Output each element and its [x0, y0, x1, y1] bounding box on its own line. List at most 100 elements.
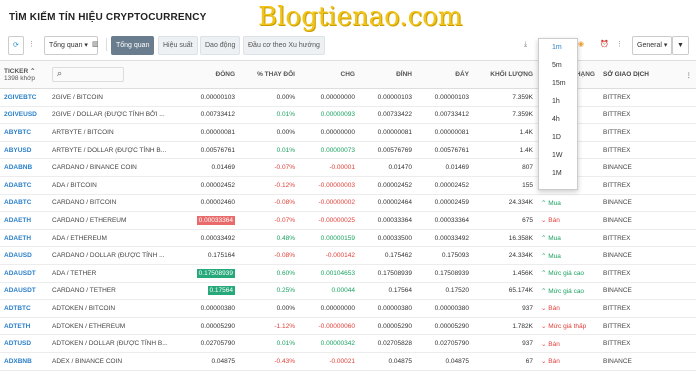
- ticker-match-count: 1398 khớp: [4, 75, 36, 82]
- description-cell: CARDANO / TETHER: [48, 282, 183, 301]
- tab-oscillators[interactable]: Dao động: [200, 36, 241, 55]
- description-cell: ADA / TETHER: [48, 264, 183, 283]
- alert-icon[interactable]: ◉: [578, 36, 584, 53]
- table-row[interactable]: ADAETH CARDANO / ETHEREUM 0.00033364 -0.07%…: [0, 211, 696, 230]
- page-title: TÌM KIẾM TÍN HIỆU CRYPTOCURRENCY: [9, 12, 207, 23]
- table-row[interactable]: ADABNB CARDANO / BINANCE COIN 0.01469 -0.07…: [0, 158, 696, 177]
- interval-option[interactable]: 1D: [539, 129, 577, 147]
- tab-performance[interactable]: Hiệu suất: [158, 36, 198, 55]
- ticker-cell[interactable]: ADTUSD: [0, 334, 48, 353]
- interval-option[interactable]: 15m: [539, 75, 577, 93]
- ticker-cell[interactable]: 2GIVEBTC: [0, 88, 48, 107]
- alarm-clock-icon[interactable]: ⏰: [600, 36, 609, 53]
- table-row[interactable]: ADAUSDT ADA / TETHER 0.17508939 0.60% 0.0010…: [0, 264, 696, 283]
- high-cell: 0.175462: [359, 246, 416, 265]
- change-cell: 0.00000093: [299, 106, 359, 125]
- close-value: 0.00000380: [200, 304, 235, 312]
- arrow-up-icon: ⌃: [541, 270, 547, 278]
- volume-cell: 16.358K: [473, 229, 537, 248]
- arrow-up-icon: ⌃: [541, 235, 547, 243]
- column-header-exchange[interactable]: SỞ GIAO DỊCH ⋮: [599, 60, 696, 89]
- description-cell: ADTOKEN / DOLLAR (ĐƯỢC TÍNH B...: [48, 334, 183, 353]
- description-cell: ADA / ETHEREUM: [48, 229, 183, 248]
- table-row[interactable]: ADAETH ADA / ETHEREUM 0.00033492 0.48% 0.000…: [0, 229, 696, 248]
- interval-option[interactable]: 1M: [539, 165, 577, 183]
- table-row[interactable]: ADABTC CARDANO / BITCOIN 0.00002460 -0.08% -…: [0, 194, 696, 213]
- change-percent-cell: -0.08%: [239, 194, 299, 213]
- ticker-cell[interactable]: ABYBTC: [0, 123, 48, 142]
- interval-option[interactable]: 1m: [539, 39, 577, 57]
- change-cell: -0.00021: [299, 352, 359, 371]
- volume-cell: 1.4K: [473, 141, 537, 160]
- close-value: 0.00002452: [200, 181, 235, 189]
- filter-icon[interactable]: ▼: [672, 36, 689, 55]
- ticker-cell[interactable]: ADAUSD: [0, 246, 48, 265]
- column-header-ticker[interactable]: TICKER ⌃ 1398 khớp: [0, 60, 48, 89]
- table-row[interactable]: ADAUSD CARDANO / DOLLAR (ĐƯỢC TÍNH ... 0.1…: [0, 246, 696, 265]
- interval-option[interactable]: 4h: [539, 111, 577, 129]
- ticker-cell[interactable]: ADXBNB: [0, 352, 48, 371]
- interval-select[interactable]: General ▾: [632, 36, 673, 55]
- table-row[interactable]: ADAUSDT CARDANO / TETHER 0.17564 0.25% 0.000…: [0, 282, 696, 301]
- more-vertical-icon-2[interactable]: ⋮: [616, 36, 623, 53]
- rating-cell: ⌄ Bán: [537, 211, 599, 230]
- close-cell: 0.00576761: [183, 141, 239, 160]
- tab-trend-following[interactable]: Đầu cơ theo Xu hướng: [243, 36, 325, 55]
- columns-icon[interactable]: ▥: [92, 36, 99, 53]
- high-cell: 0.00002464: [359, 194, 416, 213]
- column-header-close[interactable]: ĐÓNG: [183, 60, 239, 89]
- search-icon: ⌕: [57, 68, 63, 78]
- ticker-cell[interactable]: ADAUSDT: [0, 264, 48, 283]
- low-cell: 0.17508939: [416, 264, 473, 283]
- table-row[interactable]: ADXBNB ADEX / BINANCE COIN 0.04875 -0.43% -0…: [0, 352, 696, 371]
- close-value: 0.00033364: [196, 215, 235, 225]
- table-row[interactable]: ADTUSD ADTOKEN / DOLLAR (ĐƯỢC TÍNH B... 0.…: [0, 334, 696, 353]
- close-value: 0.01469: [211, 164, 236, 172]
- ticker-cell[interactable]: ADTETH: [0, 317, 48, 336]
- table-row[interactable]: ADTETH ADTOKEN / ETHEREUM 0.00005290 -1.12%…: [0, 317, 696, 336]
- table-row[interactable]: ADABTC ADA / BITCOIN 0.00002452 -0.12% -0.00…: [0, 176, 696, 195]
- download-icon[interactable]: ⤓: [524, 36, 527, 53]
- ticker-cell[interactable]: ADABTC: [0, 194, 48, 213]
- column-header-volume[interactable]: KHỐI LƯỢNG: [473, 60, 537, 89]
- table-row[interactable]: ABYUSD ARTBYTE / DOLLAR (ĐƯỢC TÍNH B... 0.…: [0, 141, 696, 160]
- rating-cell: ⌃ Mua: [537, 246, 599, 265]
- close-value: 0.00002460: [200, 199, 235, 207]
- ticker-cell[interactable]: ADABTC: [0, 176, 48, 195]
- table-row[interactable]: 2GIVEBTC 2GIVE / BITCOIN 0.00000103 0.00% 0.…: [0, 88, 696, 107]
- more-vertical-icon[interactable]: ⋮: [28, 36, 35, 53]
- close-cell: 0.01469: [183, 158, 239, 177]
- interval-option[interactable]: 5m: [539, 57, 577, 75]
- ticker-cell[interactable]: ADTBTC: [0, 299, 48, 318]
- ticker-cell[interactable]: ADABNB: [0, 158, 48, 177]
- volume-cell: 7.359K: [473, 88, 537, 107]
- more-vertical-icon-3[interactable]: ⋮: [686, 71, 693, 79]
- column-header-high[interactable]: ĐỈNH: [359, 60, 416, 89]
- ticker-cell[interactable]: ADAUSDT: [0, 282, 48, 301]
- high-cell: 0.02705828: [359, 334, 416, 353]
- table-row[interactable]: ABYBTC ARTBYTE / BITCOIN 0.00000081 0.00% 0.…: [0, 123, 696, 142]
- close-value: 0.17564: [207, 286, 235, 296]
- ticker-cell[interactable]: ABYUSD: [0, 141, 48, 160]
- change-percent-cell: 0.01%: [239, 106, 299, 125]
- search-input[interactable]: ⌕: [52, 67, 124, 82]
- ticker-cell[interactable]: ADAETH: [0, 229, 48, 248]
- tab-overview[interactable]: Tổng quan: [111, 36, 155, 55]
- table-row[interactable]: 2GIVEUSD 2GIVE / DOLLAR (ĐƯỢC TÍNH BỞI ..…: [0, 106, 696, 125]
- change-cell: 0.00104653: [299, 264, 359, 283]
- column-header-change[interactable]: CHG: [299, 60, 359, 89]
- close-value: 0.00000081: [200, 128, 235, 136]
- column-header-low[interactable]: ĐÁY: [416, 60, 473, 89]
- ticker-cell[interactable]: ADAETH: [0, 211, 48, 230]
- column-header-change-percent[interactable]: % THAY ĐỔI: [239, 60, 299, 89]
- change-cell: 0.00000159: [299, 229, 359, 248]
- low-cell: 0.00000380: [416, 299, 473, 318]
- refresh-icon[interactable]: ⟳: [8, 36, 24, 55]
- overview-select[interactable]: Tổng quan ▾: [44, 36, 98, 55]
- interval-option[interactable]: 1h: [539, 93, 577, 111]
- arrow-down-icon: ⌄: [541, 340, 547, 348]
- ticker-cell[interactable]: 2GIVEUSD: [0, 106, 48, 125]
- description-cell: 2GIVE / BITCOIN: [48, 88, 183, 107]
- table-row[interactable]: ADTBTC ADTOKEN / BITCOIN 0.00000380 0.00% 0.…: [0, 299, 696, 318]
- interval-option[interactable]: 1W: [539, 147, 577, 165]
